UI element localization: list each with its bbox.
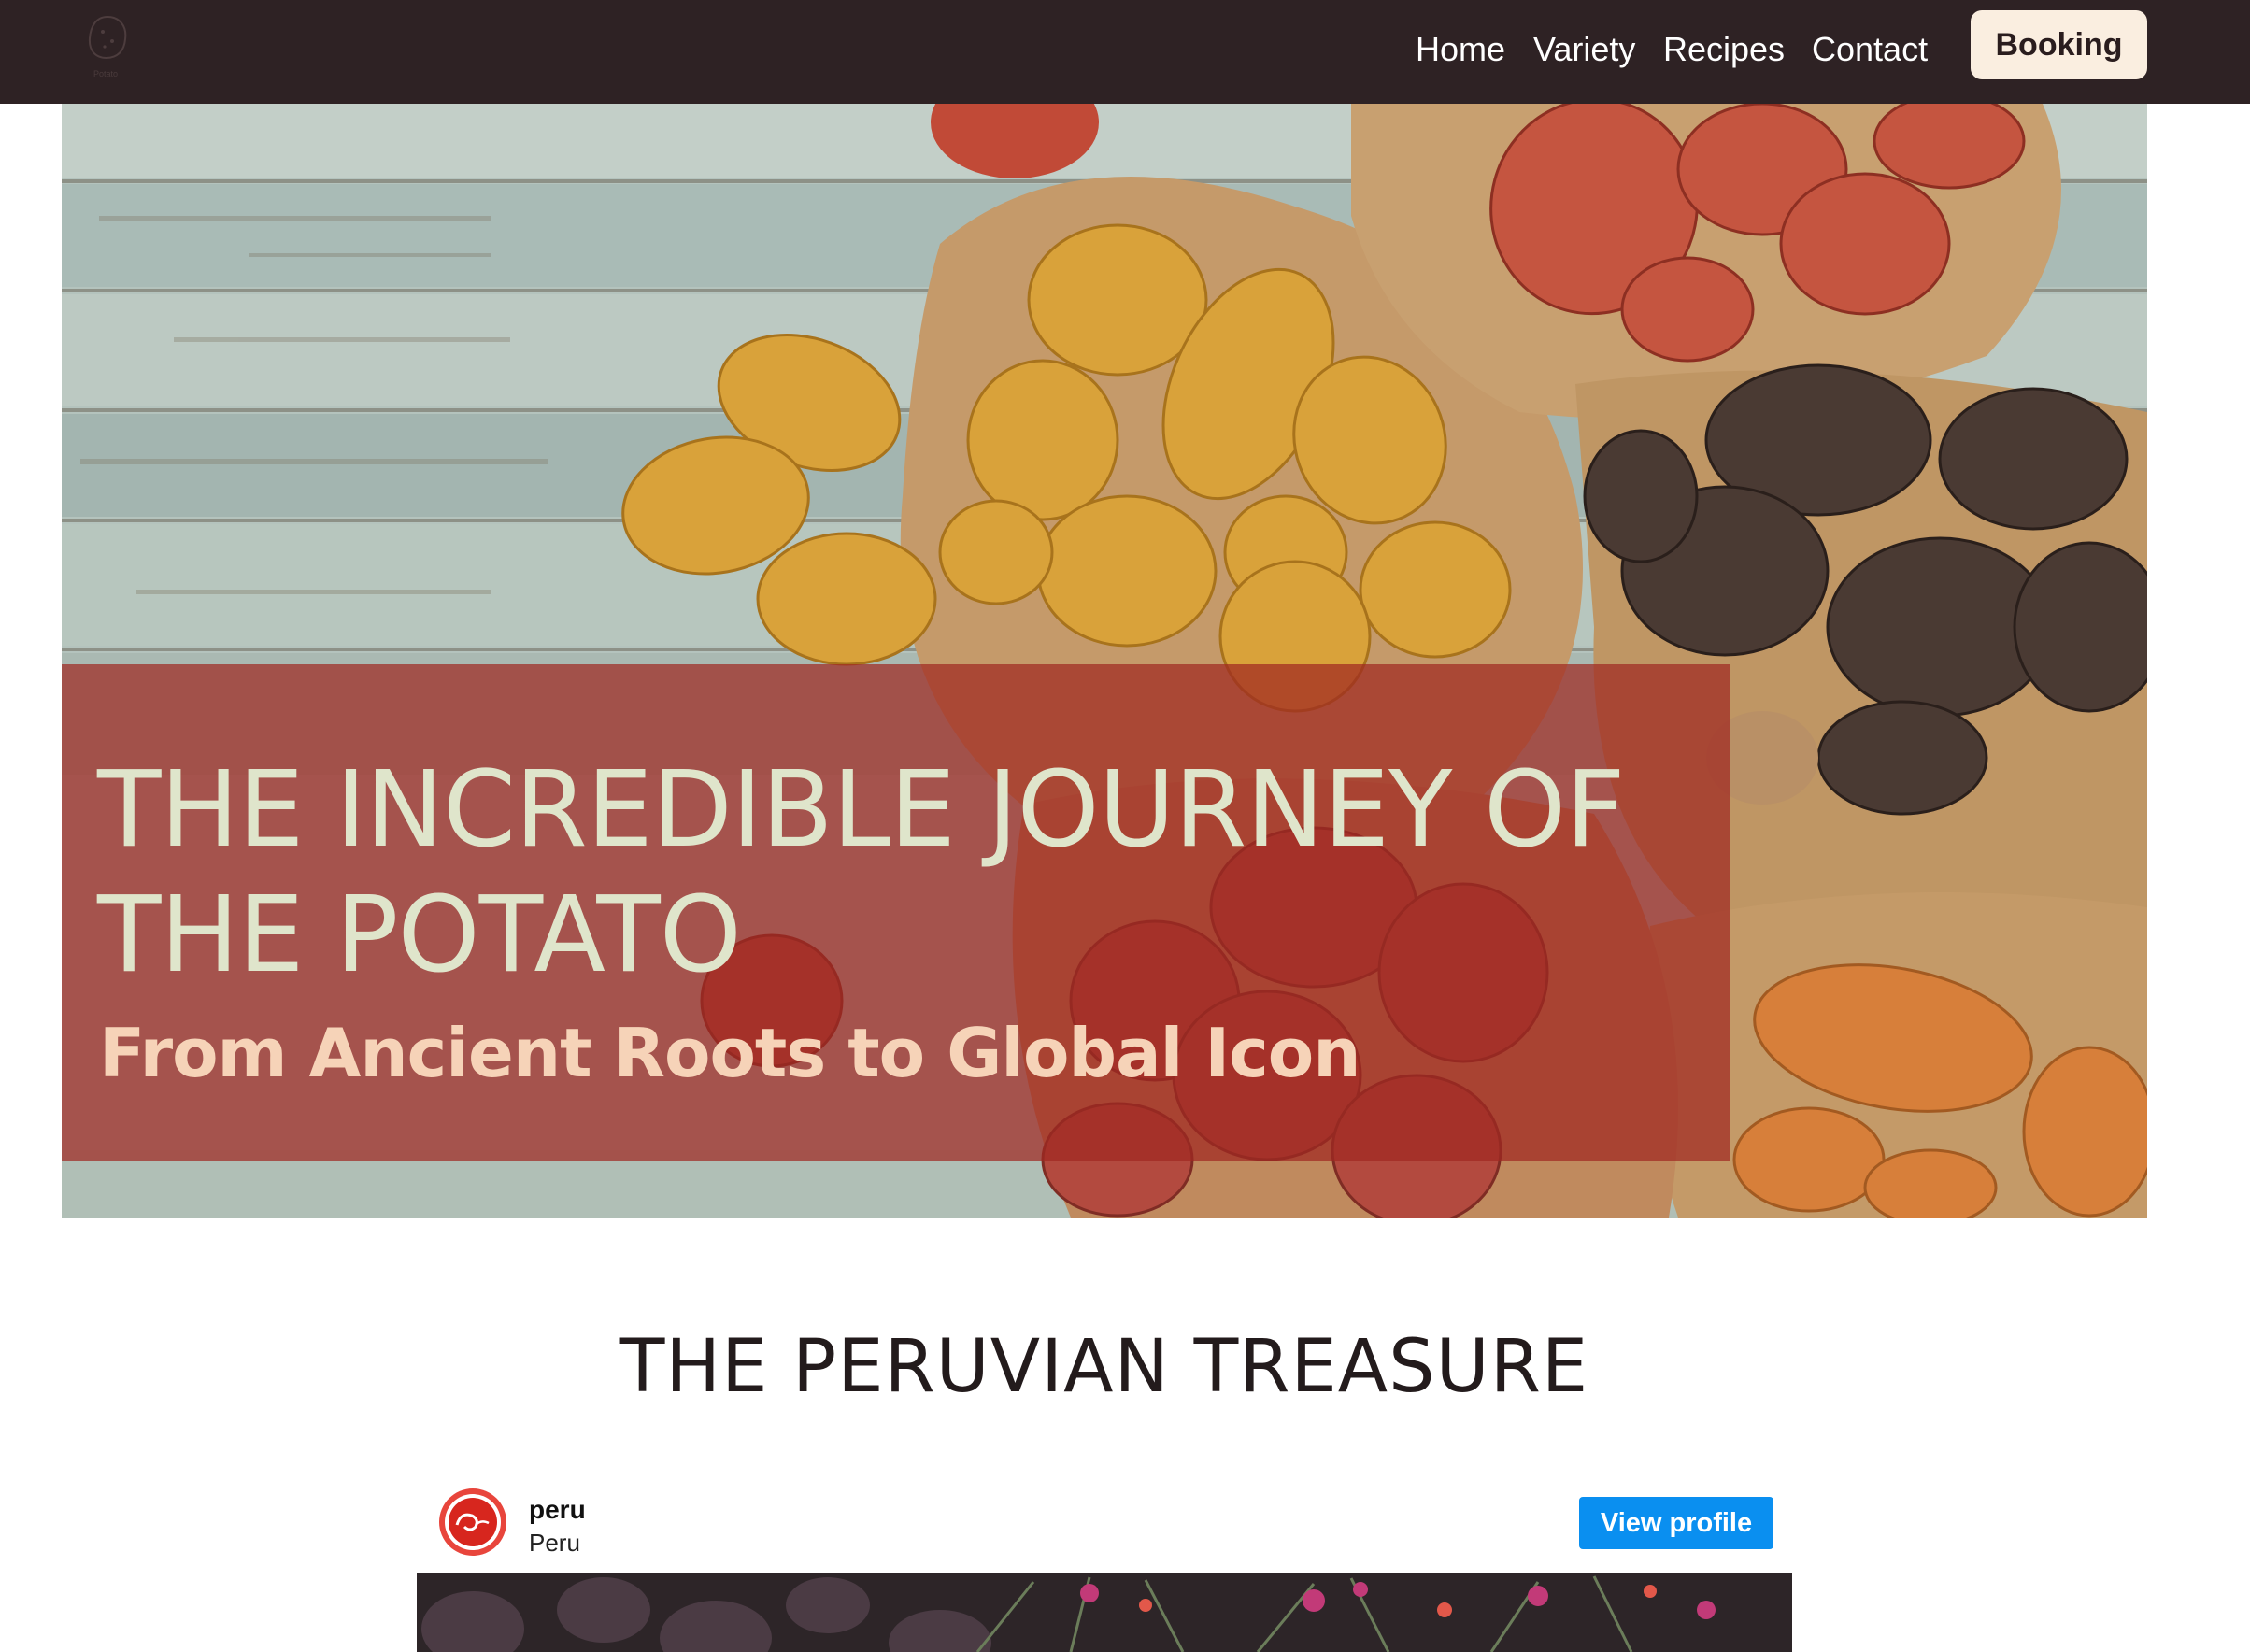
peru-brand-avatar-icon[interactable] (438, 1488, 507, 1557)
logo-caption: Potato (93, 69, 119, 78)
embed-post-image[interactable] (417, 1573, 1792, 1652)
nav-link-variety[interactable]: Variety (1533, 0, 1635, 98)
embed-username[interactable]: peru (529, 1495, 586, 1525)
purple-potatoes-flowers-photo (417, 1573, 1792, 1652)
booking-button[interactable]: Booking (1971, 10, 2147, 79)
top-navbar: Potato Home Variety Recipes Contact Book… (0, 0, 2250, 104)
view-profile-button[interactable]: View profile (1579, 1497, 1773, 1549)
section-title: THE PERUVIAN TREASURE (619, 1325, 1589, 1409)
hero-title: THE INCREDIBLE JOURNEY OF THE POTATO (97, 749, 1626, 996)
nav-link-home[interactable]: Home (1416, 0, 1505, 98)
embed-location: Peru (529, 1529, 580, 1557)
hero-subtitle: From Ancient Roots to Global Icon (99, 1014, 1361, 1092)
nav-link-recipes[interactable]: Recipes (1663, 0, 1785, 98)
nav-link-contact[interactable]: Contact (1812, 0, 1928, 98)
